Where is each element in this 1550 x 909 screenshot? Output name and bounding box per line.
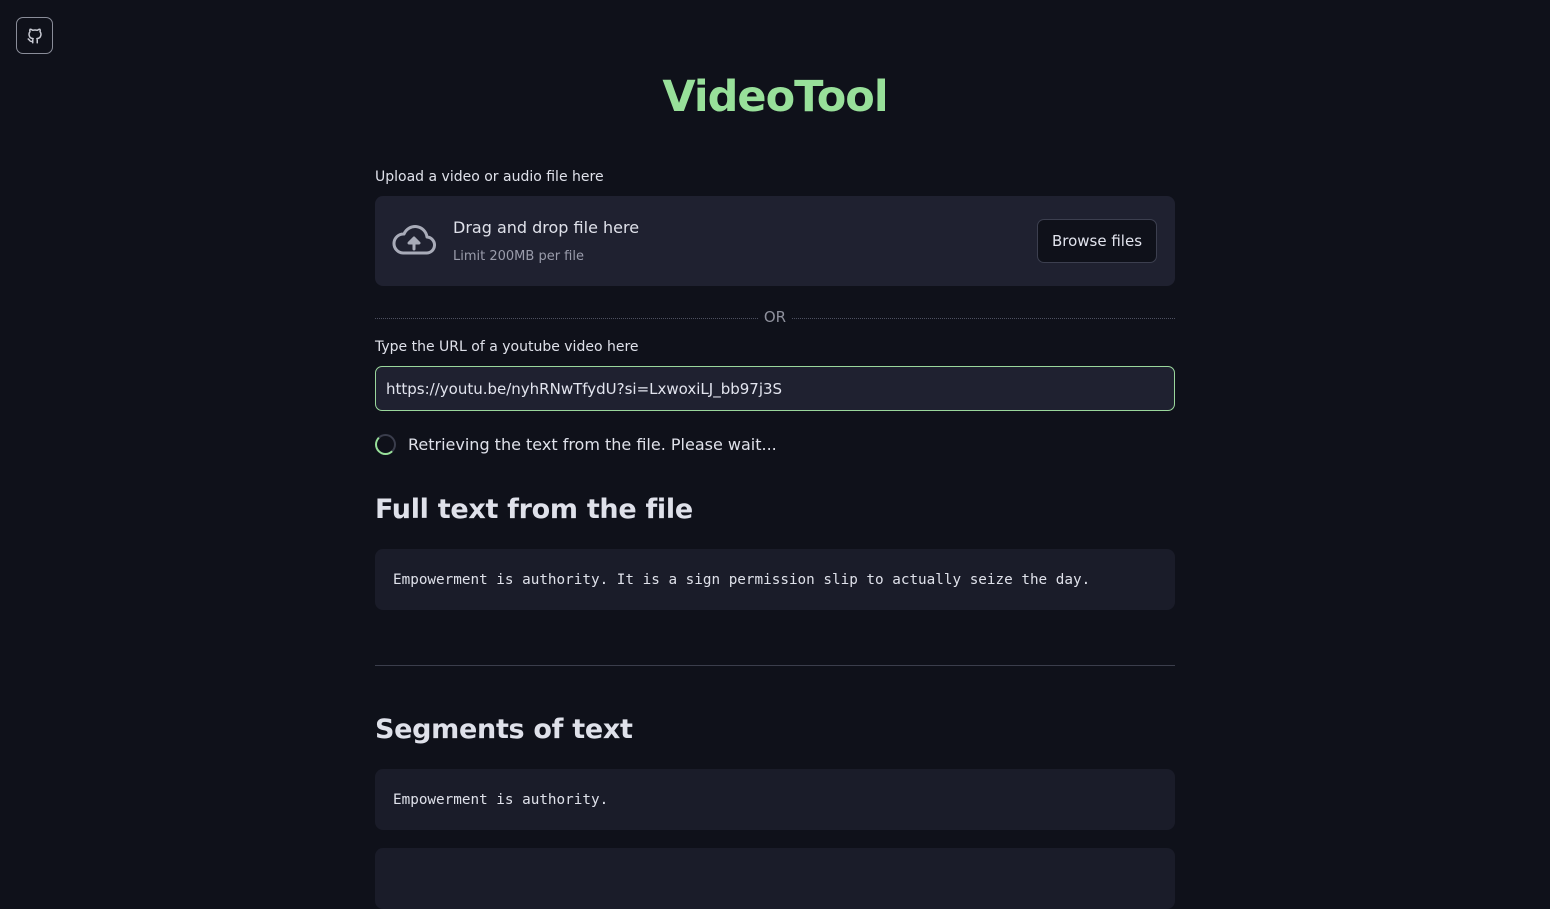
status-text: Retrieving the text from the file. Pleas… [408, 434, 777, 454]
youtube-url-input[interactable] [375, 366, 1175, 411]
segments-heading: Segments of text [375, 714, 633, 745]
cloud-upload-icon [392, 225, 436, 255]
file-size-limit: Limit 200MB per file [453, 249, 584, 264]
upload-label: Upload a video or audio file here [375, 169, 604, 185]
page-title: VideoTool [662, 72, 888, 122]
section-divider [375, 665, 1175, 666]
browse-files-button[interactable]: Browse files [1037, 219, 1157, 263]
segment-block [375, 848, 1175, 909]
full-text-block: Empowerment is authority. It is a sign p… [375, 549, 1175, 610]
file-dropzone[interactable]: Drag and drop file here Limit 200MB per … [375, 196, 1175, 286]
or-divider: OR [375, 308, 1175, 328]
full-text-heading: Full text from the file [375, 494, 693, 525]
github-icon [27, 28, 42, 43]
or-label: OR [763, 308, 787, 326]
segment-block: Empowerment is authority. [375, 769, 1175, 830]
loading-status: Retrieving the text from the file. Pleas… [375, 431, 777, 457]
dropzone-instructions: Drag and drop file here [453, 218, 640, 237]
spinner-icon [375, 433, 396, 455]
github-button[interactable] [16, 17, 53, 54]
divider-line-right [792, 318, 1175, 319]
url-label: Type the URL of a youtube video here [375, 339, 639, 355]
